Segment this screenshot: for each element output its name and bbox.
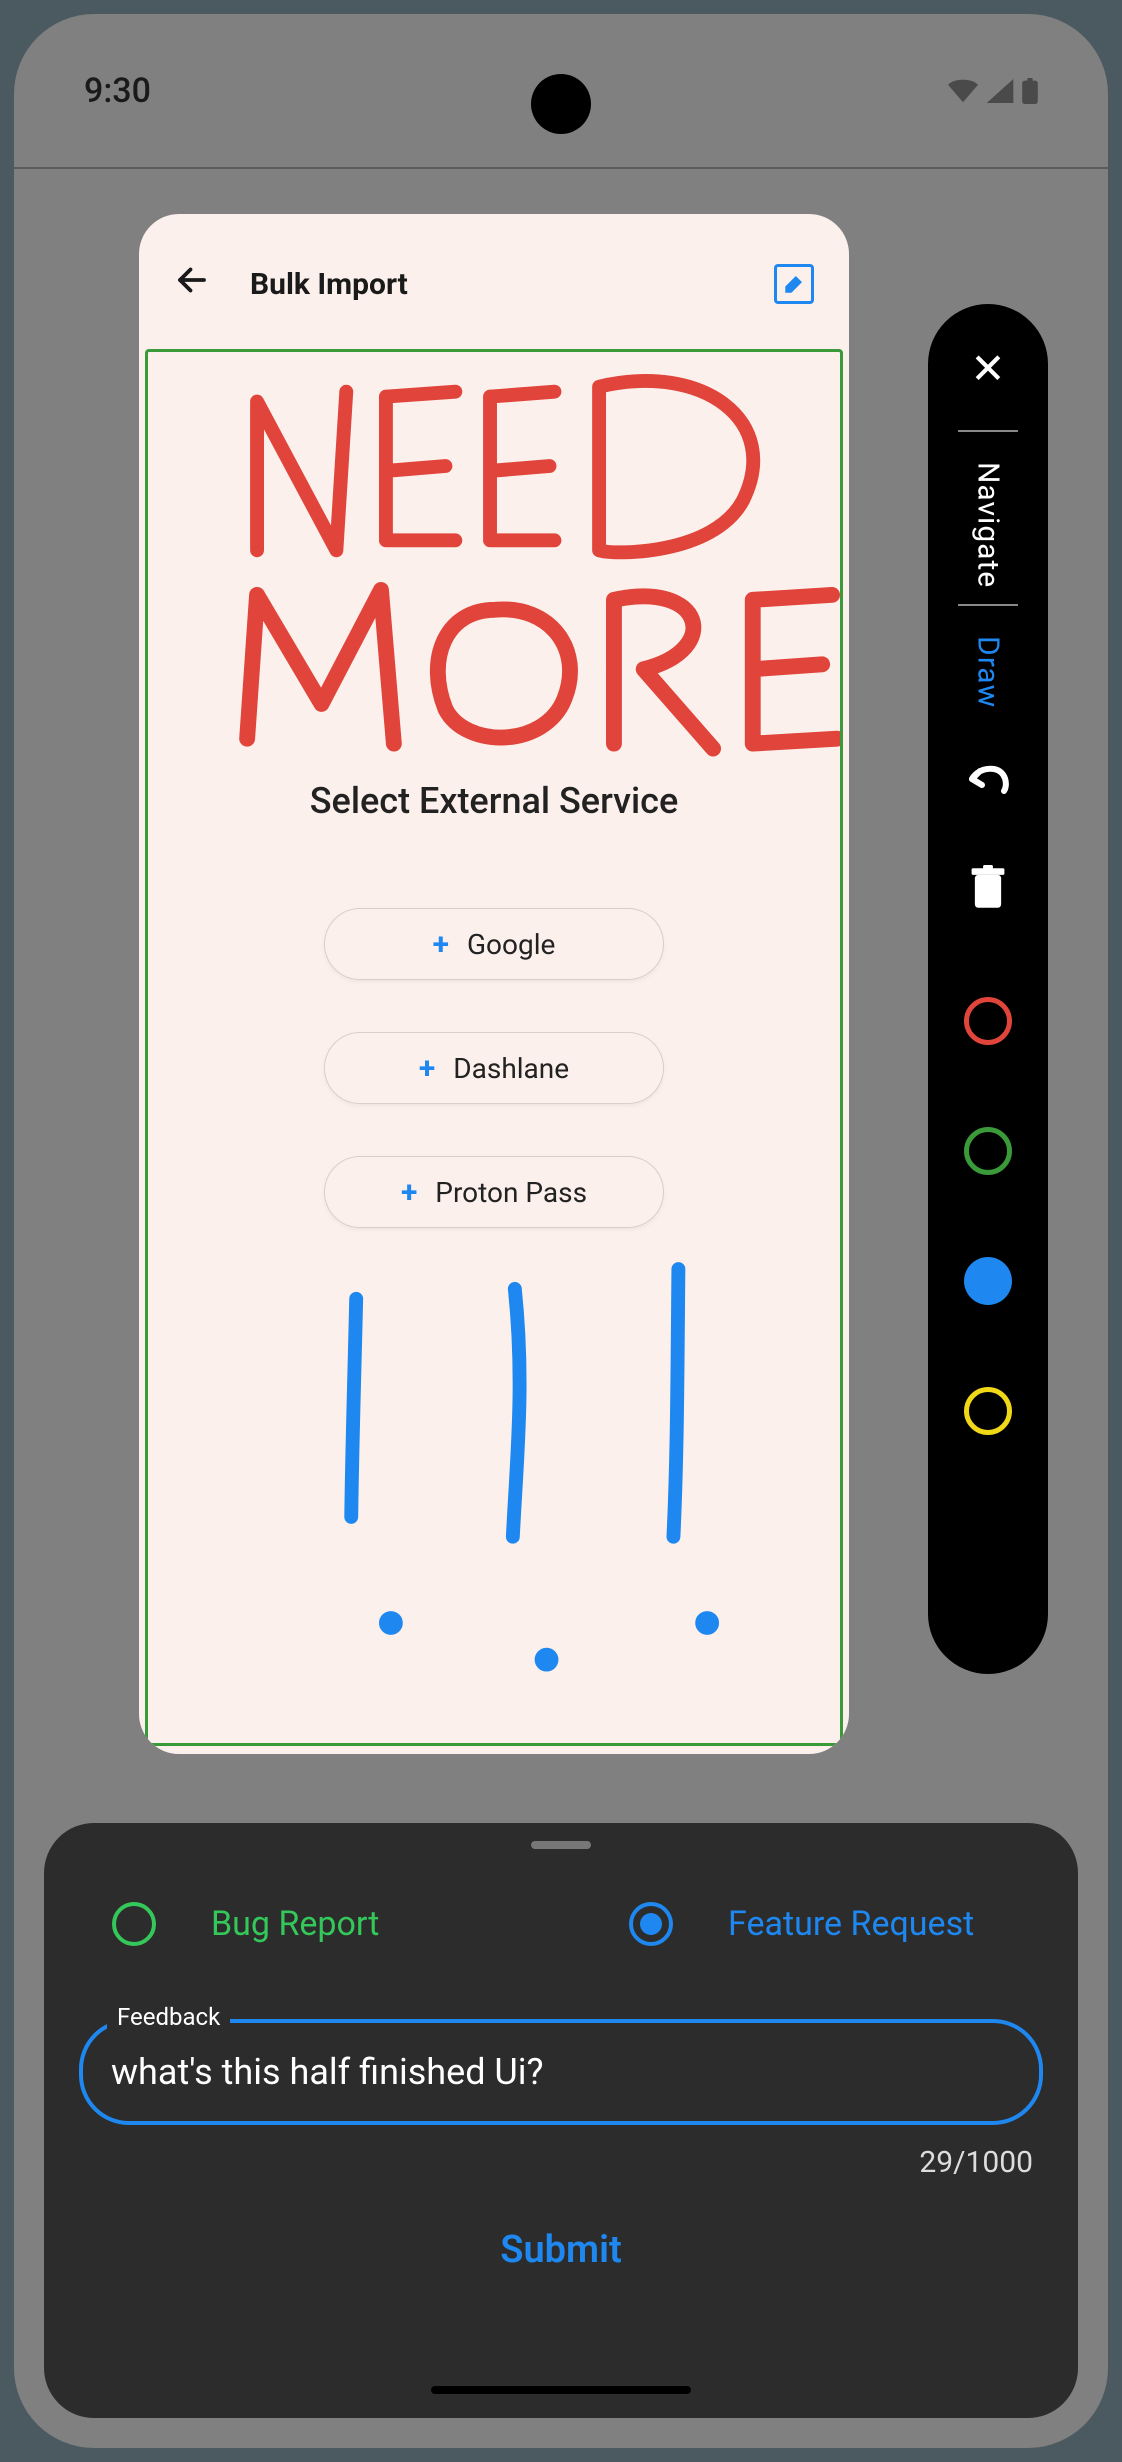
drawing-toolbar: ✕ Navigate Draw	[928, 304, 1048, 1674]
feedback-value: what's this half finished Ui?	[111, 2051, 544, 2093]
section-title: Select External Service	[148, 780, 840, 822]
option-label: Bug Report	[211, 1904, 379, 1944]
card-header: Bulk Import	[139, 214, 849, 354]
color-red[interactable]	[964, 997, 1012, 1045]
service-label: Dashlane	[453, 1052, 569, 1085]
feedback-field-wrap: Feedback what's this half finished Ui?	[79, 2019, 1043, 2125]
service-proton-pass-button[interactable]: + Proton Pass	[324, 1156, 664, 1228]
service-dashlane-button[interactable]: + Dashlane	[324, 1032, 664, 1104]
option-bug-report[interactable]: Bug Report	[44, 1902, 561, 1946]
service-google-button[interactable]: + Google	[324, 908, 664, 980]
home-indicator[interactable]	[431, 2386, 691, 2394]
status-bar: 9:30	[14, 14, 1108, 169]
color-yellow[interactable]	[964, 1387, 1012, 1435]
feedback-input[interactable]: what's this half finished Ui?	[79, 2019, 1043, 2125]
screenshot-card: Bulk Import Select External Service + Go…	[139, 214, 849, 1754]
tool-navigate[interactable]: Navigate	[971, 462, 1006, 588]
status-time: 9:30	[84, 71, 151, 111]
char-count: 29/1000	[44, 2145, 1033, 2180]
wifi-icon	[948, 79, 978, 103]
radio-icon	[629, 1902, 673, 1946]
color-blue[interactable]	[964, 1257, 1012, 1305]
divider	[958, 430, 1018, 432]
service-label: Proton Pass	[435, 1176, 587, 1209]
undo-icon[interactable]	[966, 758, 1010, 805]
annotate-icon[interactable]	[774, 264, 814, 304]
signal-icon	[986, 79, 1014, 103]
camera-notch	[531, 74, 591, 134]
option-feature-request[interactable]: Feature Request	[561, 1902, 1078, 1946]
card-body: Select External Service + Google + Dashl…	[145, 349, 843, 1746]
option-label: Feature Request	[728, 1904, 974, 1944]
tool-draw[interactable]: Draw	[971, 636, 1006, 708]
submit-button[interactable]: Submit	[44, 2228, 1078, 2272]
battery-icon	[1022, 78, 1038, 104]
color-green[interactable]	[964, 1127, 1012, 1175]
feedback-panel: Bug Report Feature Request Feedback what…	[44, 1823, 1078, 2418]
back-icon[interactable]	[174, 262, 210, 307]
drag-handle-icon[interactable]	[531, 1841, 591, 1849]
service-label: Google	[467, 928, 555, 961]
divider	[958, 604, 1018, 606]
close-icon[interactable]: ✕	[970, 344, 1005, 394]
plus-icon: +	[433, 927, 449, 962]
radio-icon	[112, 1902, 156, 1946]
plus-icon: +	[419, 1051, 435, 1086]
status-icons	[948, 78, 1038, 104]
field-label: Feedback	[107, 2003, 230, 2031]
feedback-type-row: Bug Report Feature Request	[44, 1889, 1078, 1959]
trash-icon[interactable]	[968, 865, 1008, 915]
plus-icon: +	[401, 1175, 417, 1210]
page-title: Bulk Import	[250, 267, 408, 302]
phone-frame: 9:30 Bulk Import Select External Service…	[14, 14, 1108, 2448]
